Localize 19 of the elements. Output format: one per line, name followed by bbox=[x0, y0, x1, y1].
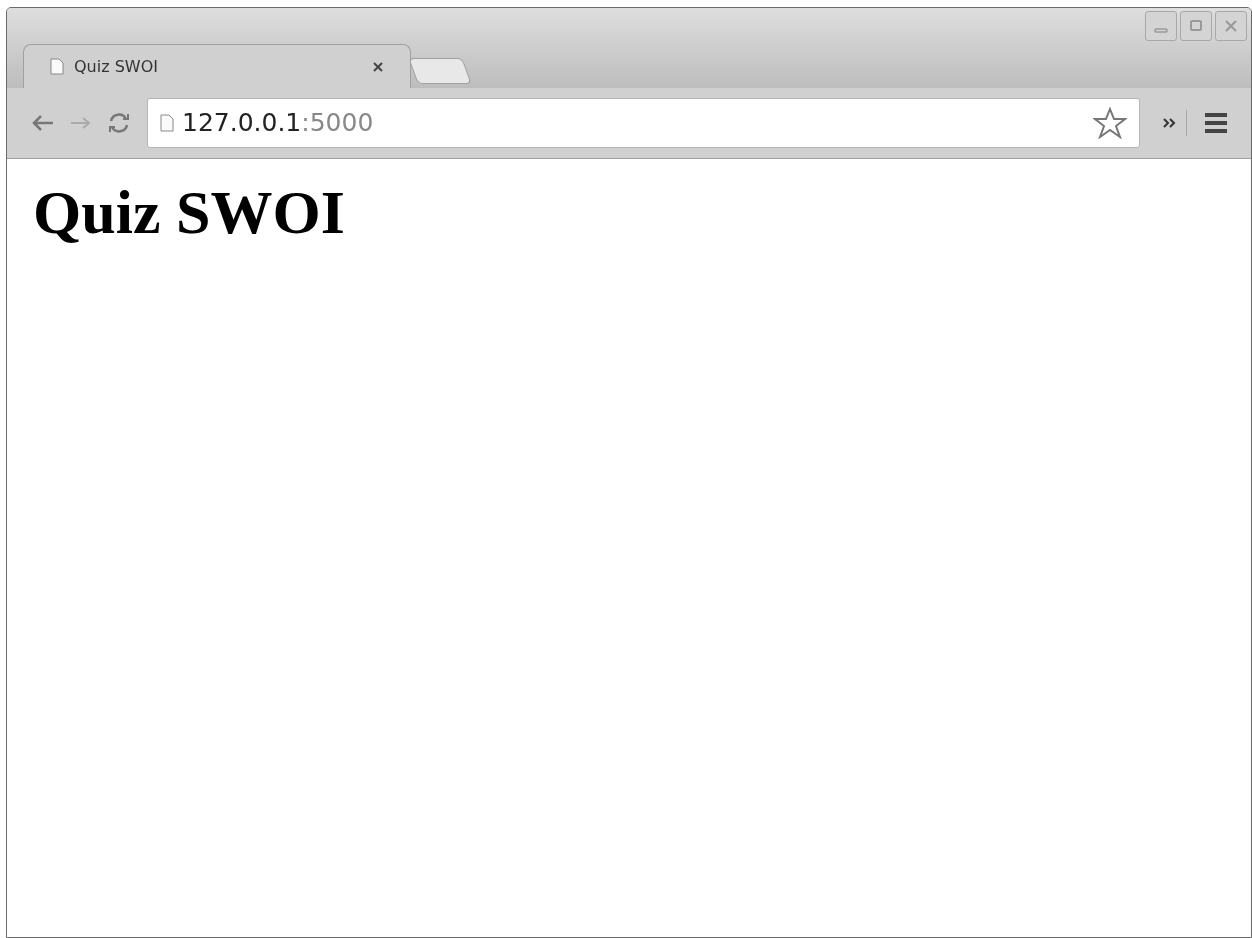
minimize-button[interactable] bbox=[1145, 11, 1177, 41]
page-heading: Quiz SWOI bbox=[33, 181, 346, 243]
maximize-button[interactable] bbox=[1180, 11, 1212, 41]
maximize-icon bbox=[1188, 19, 1204, 33]
new-tab-button[interactable] bbox=[408, 58, 472, 84]
close-button[interactable] bbox=[1215, 11, 1247, 41]
close-icon[interactable] bbox=[372, 60, 384, 73]
url-port: :5000 bbox=[301, 108, 374, 138]
url-host: 127.0.0.1 bbox=[182, 108, 302, 138]
browser-tab[interactable]: Quiz SWOI bbox=[23, 44, 411, 88]
page-icon bbox=[50, 58, 64, 75]
chevron-double-icon[interactable] bbox=[1162, 117, 1176, 129]
star-icon[interactable] bbox=[1093, 107, 1127, 139]
address-bar[interactable]: 127.0.0.1:5000 bbox=[147, 98, 1140, 148]
page-icon bbox=[160, 114, 174, 132]
tab-title: Quiz SWOI bbox=[74, 55, 159, 78]
close-icon bbox=[1223, 19, 1239, 33]
menu-icon[interactable] bbox=[1203, 112, 1229, 134]
minimize-icon bbox=[1154, 27, 1168, 33]
